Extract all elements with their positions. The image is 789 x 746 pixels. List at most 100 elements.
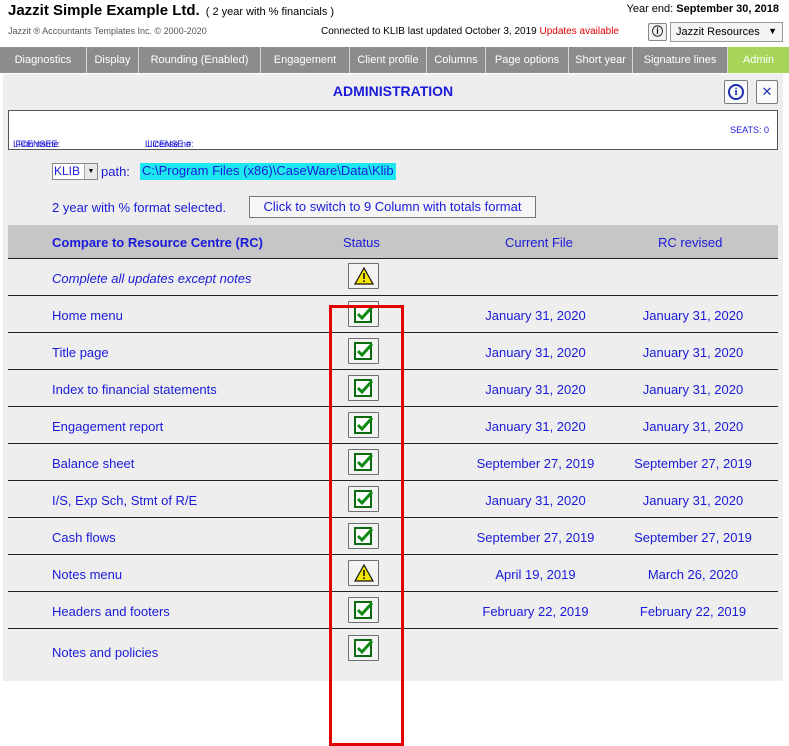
status-button[interactable] [348,263,379,289]
table-row: Engagement report January 31, 2020 January… [8,406,778,443]
help-button[interactable]: i [724,80,748,104]
tab-client-profile[interactable]: Client profile [350,47,427,73]
row-name-link[interactable]: I/S, Exp Sch, Stmt of R/E [52,493,197,508]
checkmark-icon [353,379,373,397]
resources-select[interactable]: Jazzit Resources ▼ [670,22,783,42]
company-name: Jazzit Simple Example Ltd. [8,2,200,19]
year-end-label: Year end: [626,3,674,15]
current-file-date: January 31, 2020 [485,493,586,508]
tab-display[interactable]: Display [87,47,139,73]
row-name-link[interactable]: Index to financial statements [52,382,217,397]
page-title: ADMINISTRATION [332,83,454,99]
status-button[interactable] [348,375,379,401]
table-row: Complete all updates except notes [8,258,778,295]
license-number: LICENSE #: License no [145,125,194,149]
rc-revised-date: January 31, 2020 [642,308,744,323]
tab-engagement[interactable]: Engagement [261,47,350,73]
status-button[interactable] [348,338,379,364]
row-name-link[interactable]: Notes and policies [52,645,158,660]
current-file-date: February 22, 2019 [482,604,589,619]
current-file-date: January 31, 2020 [485,419,586,434]
warning-icon [353,267,374,285]
header-rc: RC revised [658,235,723,250]
seats: SEATS: 0 [730,125,769,135]
table-row: Balance sheet September 27, 2019 September… [8,443,778,480]
info-icon: i [728,84,744,100]
connection-text: Connected to KLIB last updated October 3… [321,26,537,37]
header-status: Status [343,235,380,250]
table-row: Notes and policies [8,628,778,678]
current-file-date: September 27, 2019 [476,530,595,545]
checkmark-icon [353,490,373,508]
current-file-date: September 27, 2019 [476,456,595,471]
switch-format-button[interactable]: Click to switch to 9 Column with totals … [249,196,536,218]
chevron-down-icon: ▼ [84,164,97,179]
tab-diagnostics[interactable]: Diagnostics [0,47,87,73]
current-file-date: April 19, 2019 [495,567,576,582]
year-end-value: September 30, 2018 [676,3,779,15]
checkmark-icon [353,527,373,545]
current-file-date: January 31, 2020 [485,382,586,397]
status-button[interactable] [348,560,379,586]
year-end: Year end: September 30, 2018 [627,3,780,15]
status-button[interactable] [348,523,379,549]
table-row: Title page January 31, 2020 January 31, 20… [8,332,778,369]
format-status-text: 2 year with % format selected. [52,200,227,215]
table-row: Notes menu April 19, 2019 March 26, 2020 [8,554,778,591]
status-button[interactable] [348,597,379,623]
table-row: Cash flows September 27, 2019 September 27… [8,517,778,554]
rc-revised-date: January 31, 2020 [642,345,744,360]
connection-status: Connected to KLIB last updated October 3… [321,26,619,37]
status-button[interactable] [348,301,379,327]
checkmark-icon [353,639,373,657]
row-name-link[interactable]: Cash flows [52,530,116,545]
table-row: Index to financial statements January 31,… [8,369,778,406]
tab-page-options[interactable]: Page options [486,47,569,73]
row-name-link[interactable]: Notes menu [52,567,122,582]
resources-select-value: Jazzit Resources [676,26,760,38]
tab-rounding[interactable]: Rounding (Enabled) [139,47,261,73]
klib-select[interactable]: KLIB ▼ [52,163,98,180]
status-button[interactable] [348,486,379,512]
tab-short-year[interactable]: Short year [569,47,633,73]
tab-columns[interactable]: Columns [427,47,486,73]
licensee: LICENSEE: Firm name [13,125,60,149]
rc-revised-date: September 27, 2019 [634,456,752,471]
row-name-link[interactable]: Title page [52,345,109,360]
row-name-link[interactable]: Engagement report [52,419,163,434]
row-name-link[interactable]: Complete all updates except notes [52,271,251,286]
warning-icon [353,564,374,582]
status-button[interactable] [348,449,379,475]
status-button[interactable] [348,412,379,438]
checkmark-icon [353,305,373,323]
row-name-link[interactable]: Balance sheet [52,456,134,471]
table-row: Home menu January 31, 2020 January 31, 202… [8,295,778,332]
table-row: I/S, Exp Sch, Stmt of R/E January 31, 202… [8,480,778,517]
updates-available-link[interactable]: Updates available [539,26,619,37]
rc-revised-date: January 31, 2020 [642,493,744,508]
checkmark-icon [353,416,373,434]
klib-select-value: KLIB [54,164,81,178]
tab-signature-lines[interactable]: Signature lines [633,47,728,73]
path-label: path: [101,164,130,179]
checkmark-icon [353,453,373,471]
current-file-date: January 31, 2020 [485,345,586,360]
app-header: Jazzit Simple Example Ltd. ( 2 year with … [0,0,789,46]
checkmark-icon [353,342,373,360]
header-info-icon[interactable]: ⓘ [648,23,667,41]
chevron-down-icon: ▼ [768,26,777,36]
company-subtitle: ( 2 year with % financials ) [205,6,335,18]
close-button[interactable]: ✕ [756,80,778,104]
license-number-value: License no [147,139,192,149]
licensee-value: Firm name [15,139,59,149]
tab-admin[interactable]: Admin [728,47,789,73]
row-name-link[interactable]: Home menu [52,308,123,323]
status-button[interactable] [348,635,379,661]
rc-revised-date: February 22, 2019 [639,604,747,619]
license-box: LICENSEE: Firm name LICENSE #: License n… [8,110,778,150]
row-name-link[interactable]: Headers and footers [52,604,170,619]
klib-path[interactable]: C:\Program Files (x86)\CaseWare\Data\Kli… [140,163,396,180]
table-header: Compare to Resource Centre (RC) Status C… [8,225,778,258]
rc-revised-date: January 31, 2020 [642,382,744,397]
current-file-date: January 31, 2020 [485,308,586,323]
